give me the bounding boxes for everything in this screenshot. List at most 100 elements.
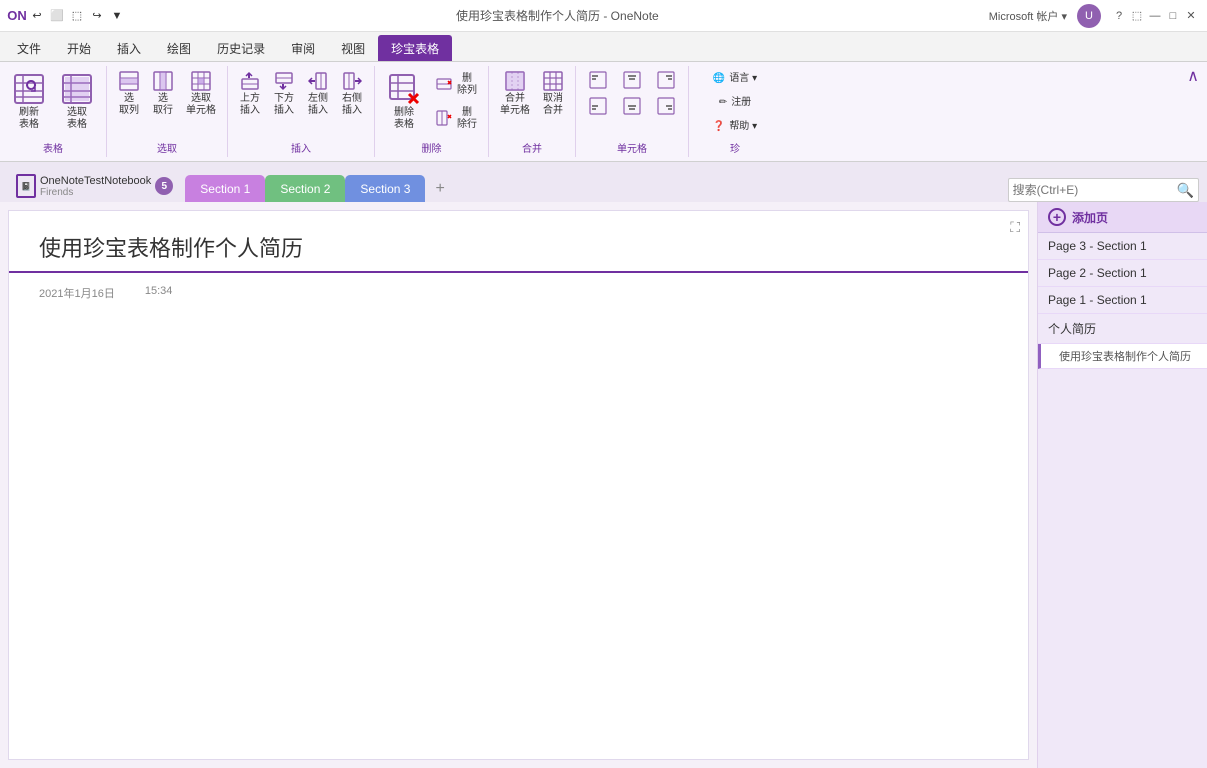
add-page-label: 添加页 <box>1072 209 1108 226</box>
insert-right-button[interactable]: 右侧插入 <box>336 68 368 120</box>
select-col-label: 选取行 <box>153 93 173 117</box>
undo-icon[interactable]: ↩ <box>28 7 46 25</box>
ribbon-group-insert: 上方插入 下方插入 左侧插入 右侧插入 插入 <box>228 66 375 157</box>
ribbon-collapse-button[interactable]: ∧ <box>1187 66 1199 86</box>
refresh-table-label: 刷新表格 <box>19 107 39 131</box>
insert-above-button[interactable]: 上方插入 <box>234 68 266 120</box>
help-button[interactable]: ? <box>1111 8 1127 24</box>
table-icon-qat[interactable]: ⬜ <box>48 7 66 25</box>
unmerge-cell-icon <box>543 71 563 91</box>
ribbon-options-button[interactable]: ⬚ <box>1129 8 1145 24</box>
delete-group-label: 删除 <box>422 140 442 155</box>
account-label[interactable]: Microsoft 帐户 ▾ <box>989 8 1067 24</box>
dropdown-icon[interactable]: ▼ <box>108 7 126 25</box>
notebook-icon: 📓 <box>16 174 36 198</box>
select-cell-button[interactable]: 选取单元格 <box>181 68 221 120</box>
ribbon-group-table: 刷新表格 选取表格 表格 <box>0 66 107 157</box>
table-group-label: 表格 <box>43 140 63 155</box>
notebook-name: OneNoteTestNotebook <box>40 175 151 187</box>
ribbon-group-lang: 🌐 语言 ▾ ✏ 注册 ❓ 帮助 ▾ 珍 <box>689 66 781 157</box>
delete-row-label: 删除列 <box>457 73 477 97</box>
notebook-sub: Firends <box>40 187 151 198</box>
insert-left-button[interactable]: 左侧插入 <box>302 68 334 120</box>
insert-group-content: 上方插入 下方插入 左侧插入 右侧插入 <box>234 68 368 138</box>
notebook-selector[interactable]: 📓 OneNoteTestNotebook Firends 5 <box>8 170 181 202</box>
minimize-button[interactable]: — <box>1147 8 1163 24</box>
recent-pages-button[interactable]: 5 <box>155 177 173 195</box>
search-icon[interactable]: 🔍 <box>1177 182 1194 199</box>
align-top-center-button[interactable] <box>616 68 648 92</box>
language-icon: 🌐 <box>713 73 725 85</box>
tab-file[interactable]: 文件 <box>4 35 54 61</box>
page-item-p2s1[interactable]: Page 2 - Section 1 <box>1038 260 1207 287</box>
redo-icon[interactable]: ↪ <box>88 7 106 25</box>
ribbon-group-cell: 单元格 <box>576 66 689 157</box>
tab-insert[interactable]: 插入 <box>104 35 154 61</box>
main-area: ⛶ 使用珍宝表格制作个人简历 2021年1月16日 15:34 + 添加页 Pa… <box>0 202 1207 768</box>
insert-right-label: 右侧插入 <box>342 93 362 117</box>
cell-align-row2 <box>582 94 682 118</box>
lang-group-label: 珍 <box>730 140 740 155</box>
section-bar: 📓 OneNoteTestNotebook Firends 5 Section … <box>0 162 1207 202</box>
annotation-button[interactable]: ✏ 注册 <box>695 92 775 112</box>
add-section-button[interactable]: + <box>425 176 454 202</box>
align-top-left-button[interactable] <box>582 68 614 92</box>
close-button[interactable]: ✕ <box>1183 8 1199 24</box>
insert-left-icon <box>308 71 328 91</box>
table2-icon-qat[interactable]: ⬚ <box>68 7 86 25</box>
maximize-button[interactable]: □ <box>1165 8 1181 24</box>
delete-col-icon <box>434 108 454 128</box>
select-row-label: 选取列 <box>119 93 139 117</box>
tab-review[interactable]: 审阅 <box>278 35 328 61</box>
page-item-resume[interactable]: 个人简历 <box>1038 314 1207 344</box>
select-table-button[interactable]: 选取表格 <box>54 68 100 136</box>
section-tab-3[interactable]: Section 3 <box>345 175 425 202</box>
section-tab-1[interactable]: Section 1 <box>185 175 265 202</box>
align-mid-right-button[interactable] <box>650 94 682 118</box>
add-page-icon: + <box>1048 208 1066 226</box>
select-group-content: 选取列 选取行 选取单元格 <box>113 68 221 138</box>
add-page-button[interactable]: + 添加页 <box>1038 202 1207 233</box>
insert-group-label: 插入 <box>291 140 311 155</box>
search-input[interactable] <box>1013 183 1173 197</box>
select-col-button[interactable]: 选取行 <box>147 68 179 120</box>
select-group-label: 选取 <box>157 140 177 155</box>
page-time-value: 15:34 <box>145 285 173 301</box>
tab-table[interactable]: 珍宝表格 <box>378 35 452 61</box>
align-mid-center-button[interactable] <box>616 94 648 118</box>
page-item-p1s1[interactable]: Page 1 - Section 1 <box>1038 287 1207 314</box>
refresh-table-icon <box>13 73 45 105</box>
delete-table-button[interactable]: 删除表格 <box>381 68 427 136</box>
section-tab-2[interactable]: Section 2 <box>265 175 345 202</box>
delete-col-button[interactable]: 删除行 <box>429 102 482 134</box>
select-row-button[interactable]: 选取列 <box>113 68 145 120</box>
tab-history[interactable]: 历史记录 <box>204 35 278 61</box>
avatar[interactable]: U <box>1077 4 1101 28</box>
insert-below-button[interactable]: 下方插入 <box>268 68 300 120</box>
page-date-value: 2021年1月16日 <box>39 285 115 301</box>
delete-table-icon <box>388 73 420 105</box>
tab-draw[interactable]: 绘图 <box>154 35 204 61</box>
tab-home[interactable]: 开始 <box>54 35 104 61</box>
merge-cell-button[interactable]: 合并单元格 <box>495 68 535 120</box>
ribbon-group-merge: 合并单元格 取消合并 合并 <box>489 66 576 157</box>
unmerge-cell-button[interactable]: 取消合并 <box>537 68 569 120</box>
delete-table-label: 删除表格 <box>394 107 414 131</box>
refresh-table-button[interactable]: 刷新表格 <box>6 68 52 136</box>
unmerge-cell-label: 取消合并 <box>543 93 563 117</box>
table-group-content: 刷新表格 选取表格 <box>6 68 100 138</box>
help-ribbon-button[interactable]: ❓ 帮助 ▾ <box>695 116 775 136</box>
delete-row-button[interactable]: 删除列 <box>429 68 482 100</box>
language-button[interactable]: 🌐 语言 ▾ <box>695 68 775 88</box>
align-top-right-button[interactable] <box>650 68 682 92</box>
align-mid-left-button[interactable] <box>582 94 614 118</box>
ribbon-tab-bar: 文件 开始 插入 绘图 历史记录 审阅 视图 珍宝表格 <box>0 32 1207 62</box>
page-item-resume-detail[interactable]: 使用珍宝表格制作个人简历 <box>1038 344 1207 369</box>
page-item-p3s1[interactable]: Page 3 - Section 1 <box>1038 233 1207 260</box>
insert-left-label: 左侧插入 <box>308 93 328 117</box>
tab-view[interactable]: 视图 <box>328 35 378 61</box>
cell-align-row1 <box>582 68 682 92</box>
expand-icon[interactable]: ⛶ <box>1010 219 1020 236</box>
quick-access-toolbar: ON ↩ ⬜ ⬚ ↪ ▼ <box>8 7 126 25</box>
merge-group-content: 合并单元格 取消合并 <box>495 68 569 138</box>
